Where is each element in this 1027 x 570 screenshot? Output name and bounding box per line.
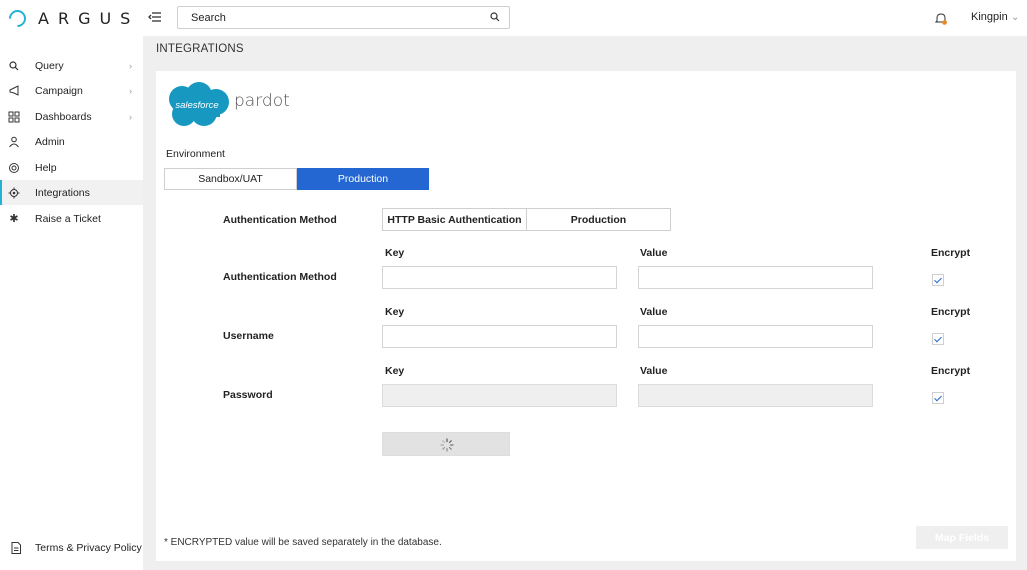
chevron-right-icon: › [129, 85, 132, 96]
sidebar-item-dashboards[interactable]: Dashboards › [0, 104, 143, 129]
value-column-header: Value [640, 365, 668, 377]
search-input[interactable]: Search [177, 6, 510, 29]
search-icon [9, 60, 19, 70]
search-placeholder: Search [191, 12, 226, 24]
sidebar-item-label: Help [35, 161, 57, 174]
top-bar: ARGUS Search Kingpin ⌄ [0, 0, 1027, 36]
grid-icon [8, 111, 20, 122]
salesforce-logo: salesforce [169, 82, 229, 126]
password-value-input[interactable] [638, 384, 873, 407]
row-label: Username [223, 330, 274, 342]
submit-button[interactable] [382, 432, 510, 456]
sidebar-item-label: Integrations [35, 186, 90, 199]
logo-text: ARGUS [38, 8, 140, 28]
key-column-header: Key [385, 365, 405, 377]
sidebar-item-label: Query [35, 59, 64, 72]
argus-logo[interactable]: ARGUS [5, 5, 140, 31]
encrypt-column-header: Encrypt [931, 365, 971, 377]
terms-privacy-link[interactable]: Terms & Privacy Policy [0, 537, 143, 559]
value-column-header: Value [640, 247, 668, 259]
sidebar-item-label: Dashboards [35, 110, 92, 123]
megaphone-icon [9, 84, 19, 96]
value-column-header: Value [640, 306, 668, 318]
sidebar-item-campaign[interactable]: Campaign › [0, 78, 143, 103]
bell-icon[interactable] [935, 12, 947, 25]
encrypt-column-header: Encrypt [931, 247, 971, 259]
row-label: Authentication Method [223, 271, 337, 283]
env-production-button[interactable]: Production [297, 168, 429, 190]
user-icon [9, 136, 19, 147]
sidebar-item-label: Raise a Ticket [35, 212, 101, 225]
logo-ring-icon [5, 5, 30, 31]
terms-label: Terms & Privacy Policy [35, 542, 142, 554]
auth-method-label: Authentication Method [223, 214, 337, 226]
pardot-brand: pardot [234, 91, 290, 111]
row-label: Password [223, 389, 273, 401]
environment-label: Environment [166, 148, 225, 160]
sidebar-item-integrations[interactable]: Integrations [0, 180, 143, 205]
env-sandbox-button[interactable]: Sandbox/UAT [164, 168, 297, 190]
username-encrypt-checkbox[interactable] [932, 333, 944, 345]
sidebar-item-admin[interactable]: Admin [0, 129, 143, 154]
sidebar-item-label: Campaign [35, 84, 83, 97]
username-key-input[interactable] [382, 325, 617, 348]
auth-encrypt-checkbox[interactable] [932, 274, 944, 286]
encryption-footnote: * ENCRYPTED value will be saved separate… [164, 537, 442, 548]
sidebar: Query › Campaign › Dashboards › Admin He… [0, 36, 143, 570]
map-fields-button[interactable]: Map Fields [916, 526, 1008, 549]
loading-spinner-icon [440, 438, 454, 452]
sidebar-item-raise-ticket[interactable]: ✱ Raise a Ticket [0, 206, 143, 231]
key-column-header: Key [385, 306, 405, 318]
gear-icon [8, 187, 20, 198]
integration-card [156, 71, 1016, 561]
menu-collapse-icon[interactable] [148, 10, 162, 24]
document-icon [11, 542, 21, 554]
sidebar-item-help[interactable]: Help [0, 155, 143, 180]
password-encrypt-checkbox[interactable] [932, 392, 944, 404]
password-key-input[interactable] [382, 384, 617, 407]
salesforce-logo-text: salesforce [175, 100, 218, 111]
key-column-header: Key [385, 247, 405, 259]
search-icon[interactable] [490, 12, 500, 22]
username-value-input[interactable] [638, 325, 873, 348]
sidebar-item-query[interactable]: Query › [0, 53, 143, 78]
lifebuoy-icon [9, 162, 19, 173]
auth-production-button[interactable]: Production [526, 208, 671, 231]
page-title: INTEGRATIONS [156, 43, 244, 55]
auth-basic-button[interactable]: HTTP Basic Authentication [382, 208, 527, 231]
chevron-right-icon: › [129, 111, 132, 122]
asterisk-icon: ✱ [9, 212, 19, 225]
encrypt-column-header: Encrypt [931, 306, 971, 318]
user-menu[interactable]: Kingpin [971, 11, 1008, 23]
chevron-right-icon: › [129, 60, 132, 71]
auth-key-input[interactable] [382, 266, 617, 289]
sidebar-item-label: Admin [35, 135, 65, 148]
auth-value-input[interactable] [638, 266, 873, 289]
chevron-down-icon[interactable]: ⌄ [1011, 12, 1019, 23]
